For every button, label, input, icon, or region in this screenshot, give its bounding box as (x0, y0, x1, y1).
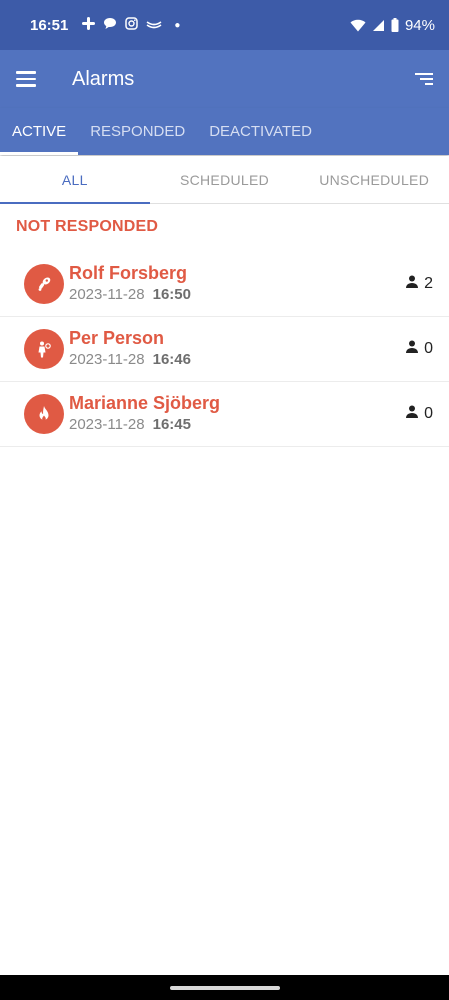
alarm-time: 16:45 (152, 416, 191, 433)
sub-tabs: ALL SCHEDULED UNSCHEDULED (0, 156, 449, 204)
responder-count: 2 (405, 275, 433, 293)
slack-icon (82, 17, 96, 33)
dot-icon: ● (174, 19, 181, 31)
alarm-text: Per Person 2023-11-28 16:46 (69, 327, 191, 371)
signal-icon (372, 19, 385, 32)
instagram-icon (125, 17, 139, 33)
alarm-name: Per Person (69, 328, 165, 348)
alarm-name: Marianne Sjöberg (69, 393, 221, 413)
medical-alarm-icon (24, 264, 64, 304)
fire-icon (24, 394, 64, 434)
menu-icon[interactable] (16, 66, 42, 92)
responder-count-value: 0 (424, 405, 433, 422)
tab-responded[interactable]: RESPONDED (78, 108, 197, 155)
responder-count: 0 (405, 405, 433, 423)
battery-percent: 94% (404, 16, 435, 34)
alarm-row[interactable]: Rolf Forsberg 2023-11-28 16:50 2 (0, 252, 449, 317)
home-gesture-handle[interactable] (169, 985, 280, 990)
sort-icon[interactable] (409, 73, 433, 85)
alarm-date: 2023-11-28 (69, 351, 145, 368)
alarm-time: 16:46 (152, 351, 191, 368)
person-assault-icon (24, 329, 64, 369)
app-bar: Alarms (0, 50, 449, 108)
responder-count-value: 2 (424, 275, 433, 292)
person-icon (405, 340, 419, 358)
alarm-name: Rolf Forsberg (69, 263, 188, 283)
tab-active[interactable]: ACTIVE (0, 108, 79, 155)
alarm-row[interactable]: Per Person 2023-11-28 16:46 0 (0, 317, 449, 382)
alarm-text: Marianne Sjöberg 2023-11-28 16:45 (69, 392, 220, 436)
subtab-scheduled[interactable]: SCHEDULED (150, 156, 300, 203)
chat-bubble-icon (103, 17, 117, 33)
status-time: 16:51 (30, 16, 69, 34)
tab-deactivated[interactable]: DEACTIVATED (197, 108, 324, 155)
status-bar: 16:51 ● 94% (0, 0, 449, 50)
section-title: NOT RESPONDED (16, 218, 159, 235)
alarm-date: 2023-11-28 (69, 286, 145, 303)
notification-icons: ● (82, 17, 180, 33)
page-title: Alarms (72, 67, 135, 90)
alarm-text: Rolf Forsberg 2023-11-28 16:50 (69, 262, 191, 306)
subtab-all[interactable]: ALL (0, 156, 150, 204)
responder-count-value: 0 (424, 340, 433, 357)
responder-count: 0 (405, 340, 433, 358)
alarm-time: 16:50 (152, 286, 191, 303)
system-nav-bar (0, 975, 449, 1000)
alarm-row[interactable]: Marianne Sjöberg 2023-11-28 16:45 0 (0, 382, 449, 447)
alarm-timestamp: 2023-11-28 16:45 (69, 414, 220, 436)
alarm-timestamp: 2023-11-28 16:46 (69, 349, 191, 371)
person-icon (405, 275, 419, 293)
wifi-icon (350, 19, 366, 32)
wave-icon (146, 18, 162, 32)
main-tabs: ACTIVE RESPONDED DEACTIVATED (0, 108, 449, 155)
battery-icon (391, 18, 399, 32)
alarm-timestamp: 2023-11-28 16:50 (69, 284, 191, 306)
alarm-date: 2023-11-28 (69, 416, 145, 433)
alarm-list: Rolf Forsberg 2023-11-28 16:50 2 Per Pers… (0, 252, 449, 447)
subtab-unscheduled[interactable]: UNSCHEDULED (299, 156, 449, 203)
system-status: 94% (350, 17, 435, 34)
person-icon (405, 405, 419, 423)
